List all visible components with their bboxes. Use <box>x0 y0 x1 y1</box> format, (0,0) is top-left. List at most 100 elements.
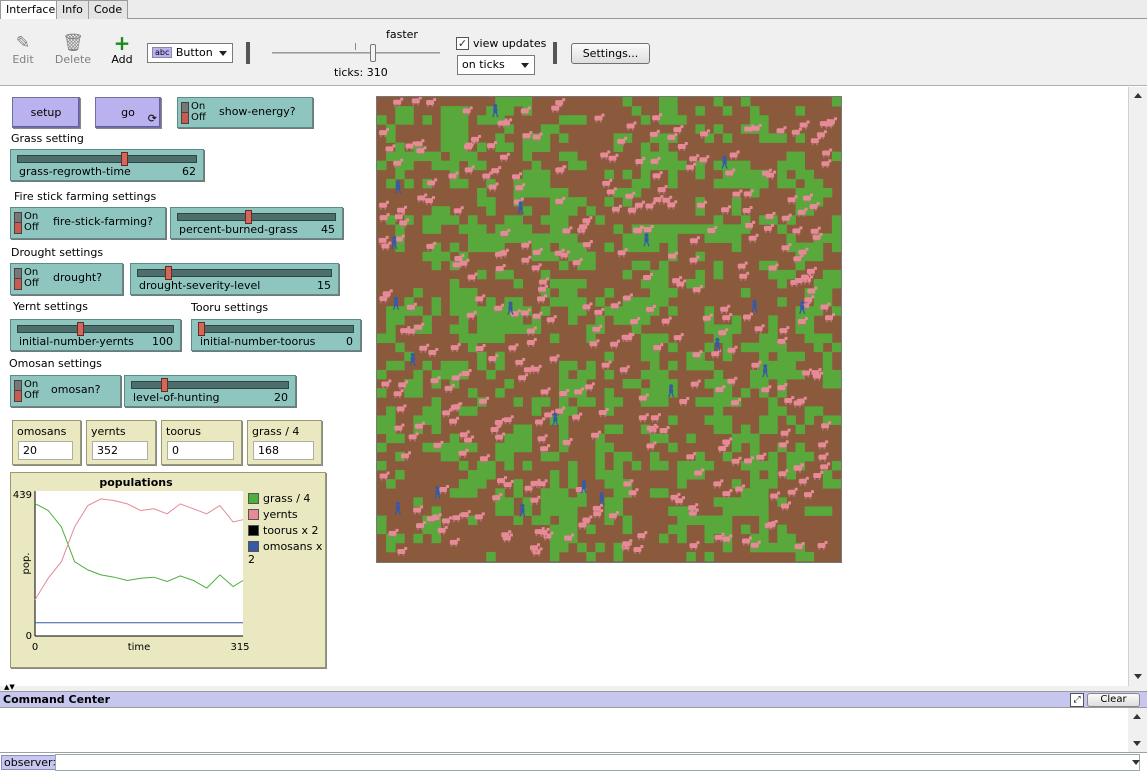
drought-switch[interactable]: On Off drought? <box>10 263 123 295</box>
setup-button[interactable]: setup <box>12 97 80 128</box>
grass-patch <box>458 297 469 307</box>
grass-patch <box>659 160 669 171</box>
yernt-agent <box>657 185 668 195</box>
grass-patch <box>768 333 778 344</box>
grass-patch <box>668 169 678 180</box>
yernt-agent <box>718 444 729 453</box>
tab-interface[interactable]: Interface <box>0 0 62 20</box>
tab-code[interactable]: Code <box>88 0 129 19</box>
settings-button[interactable]: Settings... <box>571 43 650 64</box>
drought-severity-level-slider[interactable]: drought-severity-level 15 <box>130 263 339 295</box>
switch-off-label: Off <box>191 112 206 123</box>
speed-slider-track[interactable] <box>272 52 440 54</box>
delete-button[interactable]: 🗑 Delete <box>53 33 93 66</box>
slider-thumb[interactable] <box>120 152 128 166</box>
grass-patch <box>677 524 687 535</box>
grass-patch <box>777 542 787 553</box>
scroll-down-icon[interactable] <box>1134 674 1142 679</box>
yernt-agent <box>690 379 701 389</box>
show-energy-switch[interactable]: On Off show-energy? <box>177 97 313 128</box>
grass-patch <box>704 342 715 353</box>
grass-patch <box>558 497 569 507</box>
initial-number-toorus-slider[interactable]: initial-number-toorus 0 <box>191 319 361 351</box>
clear-button[interactable]: Clear <box>1087 693 1140 707</box>
grass-patch <box>440 369 451 380</box>
grass-patch <box>449 306 460 316</box>
monitor-value: 168 <box>253 441 314 460</box>
scroll-up-icon[interactable] <box>1134 93 1142 98</box>
initial-number-yernts-slider[interactable]: initial-number-yernts 100 <box>10 319 181 351</box>
yernt-agent <box>526 338 537 347</box>
grass-patch <box>768 424 778 435</box>
expand-icon[interactable]: ⤢ <box>1070 693 1084 707</box>
yernt-agent <box>394 423 405 433</box>
omosan-agent <box>409 352 416 367</box>
yernt-agent <box>637 531 648 541</box>
slider-thumb[interactable] <box>165 266 173 280</box>
grass-patch <box>504 142 514 152</box>
grass-patch <box>568 460 578 471</box>
add-button[interactable]: + Add <box>102 33 142 66</box>
grass-regrowth-time-slider[interactable]: grass-regrowth-time 62 <box>10 149 204 181</box>
grass-patch <box>795 442 806 453</box>
grass-patch <box>704 524 715 535</box>
grass-patch <box>440 142 451 152</box>
fire-stick-farming-note: Fire stick farming settings <box>14 190 157 203</box>
yernt-agent <box>722 313 733 323</box>
grass-patch <box>422 406 432 416</box>
scroll-up-icon[interactable] <box>1133 714 1141 719</box>
slider-thumb[interactable] <box>198 322 205 336</box>
grass-patch <box>568 206 578 216</box>
chevron-down-icon[interactable] <box>1132 760 1140 765</box>
grass-patch <box>722 351 733 362</box>
grass-patch <box>622 379 633 389</box>
grass-patch <box>386 315 396 325</box>
grass-patch <box>750 479 760 489</box>
omosan-switch[interactable]: On Off omosan? <box>10 375 121 407</box>
slider-thumb[interactable] <box>77 322 84 336</box>
update-mode-dropdown[interactable]: on ticks <box>457 55 535 75</box>
view-updates-checkbox[interactable]: ✓ <box>456 37 469 50</box>
grass-patch <box>386 406 396 416</box>
grass-patch <box>731 324 742 334</box>
splitter-arrows-icon[interactable]: ▲▼ <box>4 684 15 691</box>
toolbar: ✎ Edit 🗑 Delete + Add abc Button faster … <box>0 19 1147 86</box>
grass-patch <box>649 278 660 289</box>
speed-slider-thumb[interactable] <box>369 44 376 62</box>
world-canvas[interactable] <box>377 96 842 562</box>
yernt-agent <box>818 440 829 450</box>
slider-thumb[interactable] <box>161 378 169 392</box>
grass-patch <box>740 169 751 180</box>
slider-thumb[interactable] <box>245 210 253 224</box>
grass-patch <box>395 169 405 180</box>
grass-patch <box>704 360 715 371</box>
edit-button[interactable]: ✎ Edit <box>3 33 43 66</box>
scroll-down-icon[interactable] <box>1133 741 1141 746</box>
grass-patch <box>704 515 715 526</box>
grass-patch <box>750 433 760 444</box>
plot-area <box>35 491 243 636</box>
yernt-agent <box>396 404 407 414</box>
command-input[interactable] <box>55 754 1140 771</box>
fire-stick-farming-switch[interactable]: On Off fire-stick-farming? <box>10 207 166 239</box>
interface-scrollbar[interactable] <box>1128 87 1147 686</box>
go-button[interactable]: go ⟳ <box>95 97 161 128</box>
omosan-agent <box>391 236 398 250</box>
grass-patch <box>613 224 624 234</box>
grass-patch <box>386 133 396 143</box>
yernt-agent <box>677 142 688 151</box>
level-of-hunting-slider[interactable]: level-of-hunting 20 <box>124 375 296 407</box>
command-center-scrollbar[interactable] <box>1128 708 1147 752</box>
widget-type-select[interactable]: abc Button <box>147 43 233 63</box>
tab-bar: Interface Info Code <box>0 0 1147 20</box>
grass-patch <box>386 479 396 489</box>
grass-patch <box>804 406 815 416</box>
yernt-agent <box>419 343 430 353</box>
yernt-agent <box>763 223 774 233</box>
world-view[interactable] <box>376 96 842 563</box>
tab-info[interactable]: Info <box>56 0 89 19</box>
percent-burned-grass-slider[interactable]: percent-burned-grass 45 <box>170 207 343 239</box>
yernt-agent <box>650 413 661 423</box>
grass-patch <box>431 424 442 435</box>
grass-patch <box>686 224 696 234</box>
